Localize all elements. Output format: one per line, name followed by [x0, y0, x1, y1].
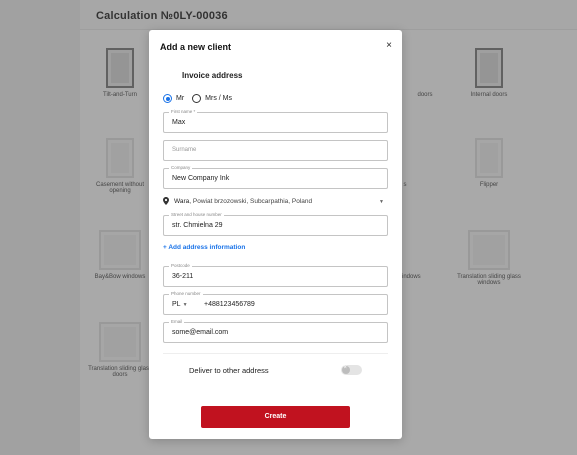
add-client-modal: Add a new client × Invoice address Mr Mr…: [149, 30, 402, 439]
salutation-group: Mr Mrs / Ms: [163, 94, 240, 103]
field-value: some@email.com: [172, 329, 229, 336]
country-code: PL: [172, 301, 181, 308]
field-value: str. Chmielna 29: [172, 222, 223, 229]
radio-mr[interactable]: [163, 94, 172, 103]
deliver-other-address-toggle[interactable]: ×: [341, 365, 362, 375]
field-label: Company: [169, 165, 193, 170]
location-pin-icon: [163, 197, 169, 205]
company-field[interactable]: Company New Company Ink: [163, 165, 388, 189]
divider: [163, 353, 388, 354]
deliver-other-address-label: Deliver to other address: [189, 366, 269, 375]
chevron-down-icon: ▼: [182, 302, 188, 308]
field-label: Email: [169, 319, 185, 324]
add-address-information-link[interactable]: + Add address information: [163, 244, 245, 251]
postcode-field[interactable]: Postcode 36-211: [163, 263, 388, 287]
location-city: Wara,: [174, 197, 192, 205]
first-name-field[interactable]: First name * Max: [163, 109, 388, 133]
modal-title: Add a new client: [160, 42, 232, 52]
field-value: New Company Ink: [172, 175, 230, 182]
field-value: Max: [172, 119, 186, 126]
close-icon[interactable]: ×: [386, 40, 392, 51]
location-select[interactable]: Wara, Powiat brzozowski, Subcarpathia, P…: [163, 197, 388, 205]
radio-label-mrs: Mrs / Ms: [205, 95, 232, 102]
field-placeholder: Surname: [172, 147, 197, 153]
field-label: Phone number: [169, 291, 203, 296]
phone-field[interactable]: Phone number PL ▼ +488123456789: [163, 291, 388, 315]
street-field[interactable]: Street and house number str. Chmielna 29: [163, 212, 388, 236]
field-label: First name *: [169, 109, 198, 114]
location-region: Powiat brzozowski, Subcarpathia, Poland: [191, 197, 313, 205]
phone-value: +488123456789: [204, 301, 255, 308]
email-field[interactable]: Email some@email.com: [163, 319, 388, 343]
section-title: Invoice address: [182, 71, 243, 80]
radio-label-mr: Mr: [176, 95, 185, 102]
surname-field[interactable]: Surname: [163, 140, 388, 161]
field-value: 36-211: [172, 273, 194, 280]
close-icon: ×: [343, 365, 348, 371]
field-label: Postcode: [169, 263, 192, 268]
create-button[interactable]: Create: [201, 406, 350, 428]
radio-mrs[interactable]: [192, 94, 202, 103]
country-code-select[interactable]: PL ▼: [172, 301, 188, 308]
field-label: Street and house number: [169, 212, 224, 217]
chevron-down-icon: ▼: [379, 199, 384, 205]
